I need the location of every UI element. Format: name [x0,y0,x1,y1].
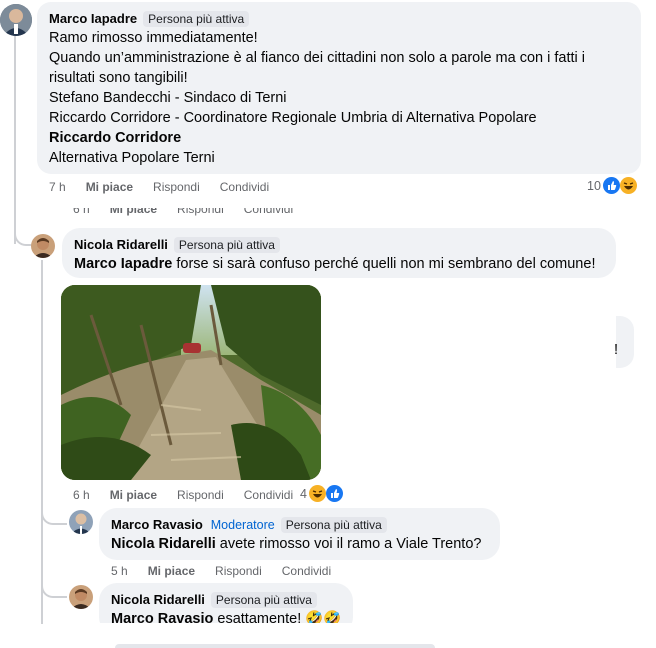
mention-link[interactable]: Marco Ravasio [111,611,213,623]
top-fan-badge: Persona più attiva [280,517,387,533]
haha-reaction-icon [309,485,326,502]
comment-text-line: Ramo rimosso immediatamente! [49,30,258,46]
reply-button[interactable]: Rispondi [177,208,224,216]
reply-button[interactable]: Rispondi [153,180,200,194]
comment-actions: 5 h Mi piace Rispondi Condividi [111,564,351,578]
share-button[interactable]: Condividi [244,488,293,502]
comment-author[interactable]: Marco Iapadre [49,11,137,26]
comment-text-line: Stefano Bandecchi - Sindaco di Terni [49,90,287,106]
share-button[interactable]: Condividi [282,564,331,578]
comment-bubble-clip: Nicola Ridarelli Persona più attiva Marco… [99,583,353,623]
partial-comment-bubble: ! [614,316,634,368]
like-button[interactable]: Mi piace [148,564,195,578]
timestamp[interactable]: 5 h [111,564,128,578]
reaction-count[interactable]: 4 [300,487,307,501]
like-button[interactable]: Mi piace [110,208,157,216]
like-reaction-icon [603,177,620,194]
comment-text: esattamente! 🤣🤣 [213,611,342,623]
timestamp[interactable]: 6 h [73,208,90,216]
comment-text-line: Alternativa Popolare Terni [49,150,215,166]
avatar[interactable] [69,510,93,534]
mention-link[interactable]: Marco Iapadre [74,256,172,272]
comment-bubble: Nicola Ridarelli Persona più attiva Marco… [99,583,353,623]
mention-link[interactable]: Riccardo Corridore [49,128,585,148]
comment-author[interactable]: Nicola Ridarelli [74,237,168,252]
comment-bubble: Marco Ravasio Moderatore Persona più attiv… [99,508,500,560]
bottom-bar-shadow [115,644,435,648]
comment-author[interactable]: Nicola Ridarelli [111,592,205,607]
avatar[interactable] [0,4,32,36]
comment-bubble: Marco Iapadre Persona più attiva Ramo rim… [37,2,641,174]
avatar[interactable] [31,234,55,258]
comment-photo[interactable] [61,285,321,480]
mention-link[interactable]: Nicola Ridarelli [111,536,216,552]
like-button[interactable]: Mi piace [110,488,157,502]
comment-text-line: risultati sono tangibili! [49,70,188,86]
thread-line [14,36,16,196]
thread-line-curve [14,224,32,246]
reply-button[interactable]: Rispondi [215,564,262,578]
thread-line-curve [41,578,67,598]
thread-line [41,260,43,630]
moderator-label: Moderatore [210,518,275,532]
comment-bubble: Nicola Ridarelli Persona più attiva Marco… [62,228,616,278]
comment-author[interactable]: Marco Ravasio [111,517,203,532]
top-fan-badge: Persona più attiva [173,237,280,253]
timestamp[interactable]: 7 h [49,180,66,194]
comment-actions: 6 h Mi piace Rispondi Condividi [73,488,313,502]
comment-text-line: Riccardo Corridore - Coordinatore Region… [49,110,537,126]
hidden-comment-actions: 6 h Mi piace Rispondi Condividi [73,208,313,218]
like-button[interactable]: Mi piace [86,180,133,194]
avatar[interactable] [69,585,93,609]
comment-text-line: Quando un’amministrazione è al fianco de… [49,50,585,66]
haha-reaction-icon [620,177,637,194]
top-fan-badge: Persona più attiva [143,11,250,27]
like-reaction-icon [326,485,343,502]
timestamp[interactable]: 6 h [73,488,90,502]
share-button[interactable]: Condividi [220,180,269,194]
top-fan-badge: Persona più attiva [210,592,317,608]
comment-text: forse si sarà confuso perché quelli non … [172,256,596,272]
share-button[interactable]: Condividi [244,208,293,216]
comment-text: ! [614,342,619,358]
comment-actions: 7 h Mi piace Rispondi Condividi [49,180,289,194]
thread-line-curve [41,505,67,525]
reaction-count[interactable]: 10 [587,179,601,193]
reply-button[interactable]: Rispondi [177,488,224,502]
comment-text: avete rimosso voi il ramo a Viale Trento… [215,536,482,552]
